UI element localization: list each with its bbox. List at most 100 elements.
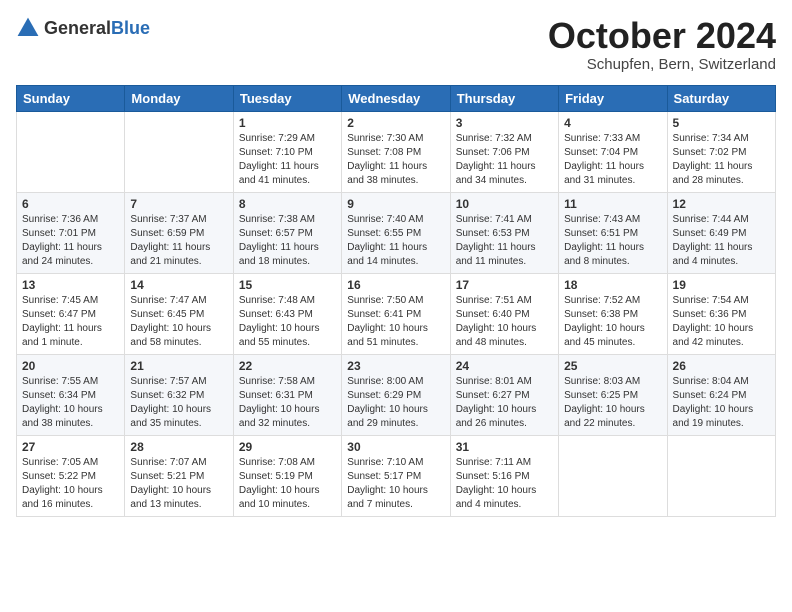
day-number: 7 [130,197,227,211]
calendar-day-cell: 8 Sunrise: 7:38 AM Sunset: 6:57 PM Daylig… [233,192,341,273]
day-number: 17 [456,278,553,292]
day-number: 15 [239,278,336,292]
day-number: 13 [22,278,119,292]
day-info: Sunrise: 7:32 AM Sunset: 7:06 PM Dayligh… [456,132,553,188]
logo: GeneralBlue [16,16,150,40]
logo-icon [16,16,40,40]
calendar-day-cell: 31 Sunrise: 7:11 AM Sunset: 5:16 PM Dayli… [450,435,558,516]
calendar-day-cell: 29Sunrise: 7:08 AM Sunset: 5:19 PM Dayli… [233,435,341,516]
day-info: Sunrise: 7:08 AM Sunset: 5:19 PM Dayligh… [239,456,336,512]
day-number: 14 [130,278,227,292]
calendar-day-cell: 1Sunrise: 7:29 AM Sunset: 7:10 PM Daylig… [233,111,341,192]
day-info: Sunrise: 7:10 AM Sunset: 5:17 PM Dayligh… [347,456,444,512]
title-block: October 2024 Schupfen, Bern, Switzerland [548,16,776,73]
calendar-day-cell: 24 Sunrise: 8:01 AM Sunset: 6:27 PM Dayli… [450,354,558,435]
page-header: GeneralBlue October 2024 Schupfen, Bern,… [16,16,776,73]
day-number: 10 [456,197,553,211]
calendar-day-cell: 19Sunrise: 7:54 AM Sunset: 6:36 PM Dayli… [667,273,775,354]
weekday-header: Saturday [667,85,775,111]
day-number: 11 [564,197,661,211]
calendar-day-cell: 16 Sunrise: 7:50 AM Sunset: 6:41 PM Dayli… [342,273,450,354]
day-info: Sunrise: 7:50 AM Sunset: 6:41 PM Dayligh… [347,294,444,350]
day-info: Sunrise: 7:48 AM Sunset: 6:43 PM Dayligh… [239,294,336,350]
day-info: Sunrise: 7:30 AM Sunset: 7:08 PM Dayligh… [347,132,444,188]
calendar-day-cell: 3 Sunrise: 7:32 AM Sunset: 7:06 PM Daylig… [450,111,558,192]
calendar-day-cell: 17Sunrise: 7:51 AM Sunset: 6:40 PM Dayli… [450,273,558,354]
day-info: Sunrise: 7:11 AM Sunset: 5:16 PM Dayligh… [456,456,553,512]
day-number: 1 [239,116,336,130]
calendar-day-cell: 10 Sunrise: 7:41 AM Sunset: 6:53 PM Dayli… [450,192,558,273]
day-info: Sunrise: 7:58 AM Sunset: 6:31 PM Dayligh… [239,375,336,431]
day-info: Sunrise: 7:41 AM Sunset: 6:53 PM Dayligh… [456,213,553,269]
day-number: 23 [347,359,444,373]
day-info: Sunrise: 7:43 AM Sunset: 6:51 PM Dayligh… [564,213,661,269]
calendar-day-cell: 4Sunrise: 7:33 AM Sunset: 7:04 PM Daylig… [559,111,667,192]
calendar-day-cell: 26 Sunrise: 8:04 AM Sunset: 6:24 PM Dayli… [667,354,775,435]
calendar-day-cell: 11 Sunrise: 7:43 AM Sunset: 6:51 PM Dayli… [559,192,667,273]
day-info: Sunrise: 7:45 AM Sunset: 6:47 PM Dayligh… [22,294,119,350]
day-info: Sunrise: 7:07 AM Sunset: 5:21 PM Dayligh… [130,456,227,512]
calendar-week-row: 1Sunrise: 7:29 AM Sunset: 7:10 PM Daylig… [17,111,776,192]
day-number: 4 [564,116,661,130]
weekday-header: Tuesday [233,85,341,111]
weekday-header: Monday [125,85,233,111]
calendar-day-cell: 13 Sunrise: 7:45 AM Sunset: 6:47 PM Dayli… [17,273,125,354]
calendar-day-cell: 2 Sunrise: 7:30 AM Sunset: 7:08 PM Daylig… [342,111,450,192]
calendar-day-cell [667,435,775,516]
calendar-day-cell: 7Sunrise: 7:37 AM Sunset: 6:59 PM Daylig… [125,192,233,273]
weekday-header: Sunday [17,85,125,111]
calendar-week-row: 13 Sunrise: 7:45 AM Sunset: 6:47 PM Dayli… [17,273,776,354]
day-number: 26 [673,359,770,373]
calendar-day-cell: 12Sunrise: 7:44 AM Sunset: 6:49 PM Dayli… [667,192,775,273]
day-info: Sunrise: 7:05 AM Sunset: 5:22 PM Dayligh… [22,456,119,512]
calendar-header-row: SundayMondayTuesdayWednesdayThursdayFrid… [17,85,776,111]
day-number: 24 [456,359,553,373]
calendar-day-cell: 14 Sunrise: 7:47 AM Sunset: 6:45 PM Dayli… [125,273,233,354]
weekday-header: Thursday [450,85,558,111]
weekday-header: Friday [559,85,667,111]
day-number: 19 [673,278,770,292]
day-info: Sunrise: 8:04 AM Sunset: 6:24 PM Dayligh… [673,375,770,431]
calendar-day-cell [125,111,233,192]
day-number: 2 [347,116,444,130]
day-info: Sunrise: 7:36 AM Sunset: 7:01 PM Dayligh… [22,213,119,269]
day-info: Sunrise: 7:38 AM Sunset: 6:57 PM Dayligh… [239,213,336,269]
day-number: 31 [456,440,553,454]
day-number: 21 [130,359,227,373]
calendar-day-cell: 9 Sunrise: 7:40 AM Sunset: 6:55 PM Daylig… [342,192,450,273]
day-number: 3 [456,116,553,130]
day-info: Sunrise: 7:52 AM Sunset: 6:38 PM Dayligh… [564,294,661,350]
day-info: Sunrise: 8:01 AM Sunset: 6:27 PM Dayligh… [456,375,553,431]
calendar-week-row: 20 Sunrise: 7:55 AM Sunset: 6:34 PM Dayli… [17,354,776,435]
calendar-day-cell: 28 Sunrise: 7:07 AM Sunset: 5:21 PM Dayli… [125,435,233,516]
calendar-week-row: 27 Sunrise: 7:05 AM Sunset: 5:22 PM Dayli… [17,435,776,516]
day-info: Sunrise: 7:34 AM Sunset: 7:02 PM Dayligh… [673,132,770,188]
calendar-day-cell [559,435,667,516]
day-number: 27 [22,440,119,454]
day-number: 18 [564,278,661,292]
day-info: Sunrise: 7:57 AM Sunset: 6:32 PM Dayligh… [130,375,227,431]
calendar-day-cell: 22 Sunrise: 7:58 AM Sunset: 6:31 PM Dayli… [233,354,341,435]
day-number: 22 [239,359,336,373]
logo-text-blue: Blue [111,18,150,38]
day-number: 28 [130,440,227,454]
location-title: Schupfen, Bern, Switzerland [548,56,776,73]
day-number: 16 [347,278,444,292]
day-info: Sunrise: 7:40 AM Sunset: 6:55 PM Dayligh… [347,213,444,269]
calendar-week-row: 6Sunrise: 7:36 AM Sunset: 7:01 PM Daylig… [17,192,776,273]
calendar-day-cell [17,111,125,192]
day-number: 8 [239,197,336,211]
day-info: Sunrise: 7:55 AM Sunset: 6:34 PM Dayligh… [22,375,119,431]
calendar-day-cell: 18 Sunrise: 7:52 AM Sunset: 6:38 PM Dayli… [559,273,667,354]
day-info: Sunrise: 7:47 AM Sunset: 6:45 PM Dayligh… [130,294,227,350]
day-number: 20 [22,359,119,373]
calendar-table: SundayMondayTuesdayWednesdayThursdayFrid… [16,85,776,517]
calendar-day-cell: 15 Sunrise: 7:48 AM Sunset: 6:43 PM Dayli… [233,273,341,354]
day-number: 9 [347,197,444,211]
day-number: 12 [673,197,770,211]
calendar-day-cell: 5Sunrise: 7:34 AM Sunset: 7:02 PM Daylig… [667,111,775,192]
calendar-day-cell: 21 Sunrise: 7:57 AM Sunset: 6:32 PM Dayli… [125,354,233,435]
day-number: 25 [564,359,661,373]
calendar-day-cell: 25Sunrise: 8:03 AM Sunset: 6:25 PM Dayli… [559,354,667,435]
day-number: 30 [347,440,444,454]
